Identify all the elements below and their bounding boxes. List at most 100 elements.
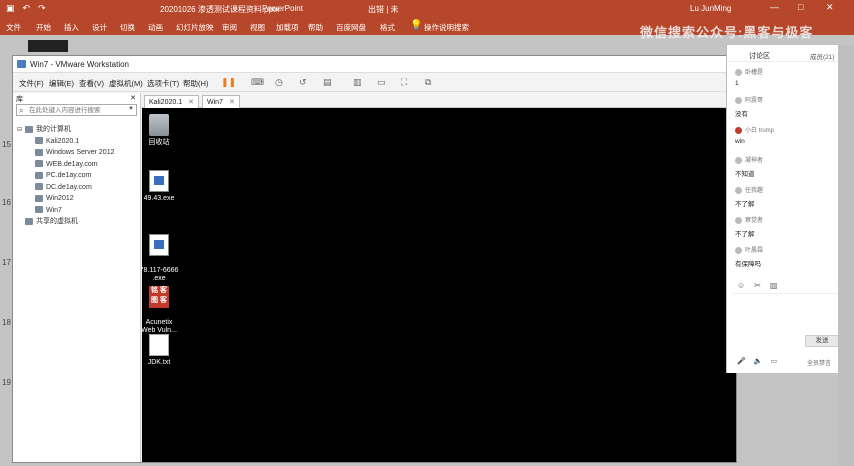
- tab-baidu-netdisk[interactable]: 百度网盘: [336, 22, 366, 33]
- vm-icon: [35, 194, 43, 202]
- ruler-number: 16: [2, 198, 11, 207]
- tree-item-shared-vms[interactable]: 共享的虚拟机: [13, 216, 140, 228]
- menu-file[interactable]: 文件(F): [19, 78, 44, 89]
- vm-console[interactable]: 回收站 49.43.exe 78.117-6666 .exe 铭 客 图 客 A…: [140, 108, 736, 462]
- tree-item-vm[interactable]: Win2012: [13, 193, 140, 205]
- redacted-bar: [28, 40, 68, 52]
- tab-help[interactable]: 帮助: [308, 22, 323, 33]
- chat-toolbar: ☺ ✂ ▨ ⚙: [737, 281, 844, 290]
- tab-file[interactable]: 文件: [6, 22, 21, 33]
- tree-item-vm[interactable]: PC.de1ay.com: [13, 170, 140, 182]
- text-file-icon: [149, 334, 169, 356]
- powerpoint-titlebar: ▣ ↶ ↷ 20201026 渗透测试课程资料.pptx PowerPoint …: [0, 0, 854, 18]
- emoji-icon[interactable]: ☺: [737, 281, 745, 290]
- revert-snapshot-icon[interactable]: ↺: [299, 77, 307, 88]
- tab-insert[interactable]: 插入: [64, 22, 79, 33]
- vm-icon: [35, 206, 43, 214]
- avatar: [735, 246, 742, 254]
- desktop-icon-label: Acunetix Web Vuln...: [141, 319, 177, 334]
- microphone-icon[interactable]: 🎤: [737, 357, 746, 365]
- vmware-menubar: 文件(F) 编辑(E) 查看(V) 虚拟机(M) 选项卡(T) 帮助(H) ❚❚…: [13, 73, 736, 92]
- tab-review[interactable]: 审阅: [222, 22, 237, 33]
- view-thumbnail-icon[interactable]: ▭: [377, 77, 386, 88]
- tab-transitions[interactable]: 切换: [120, 22, 135, 33]
- image-icon[interactable]: ▨: [770, 281, 778, 290]
- desktop-icon-txt[interactable]: JDK.txt: [134, 334, 184, 367]
- vmware-app-icon: [17, 60, 26, 68]
- user-name[interactable]: Lu JunMing: [690, 4, 731, 13]
- tree-item-label: WEB.de1ay.com: [46, 160, 98, 168]
- tree-item-vm[interactable]: WEB.de1ay.com: [13, 159, 140, 171]
- library-panel: 库 ✕ ⌕ ▼ ⊟我的计算机 Kali2020.1 Windows Server…: [13, 93, 141, 462]
- maximize-button[interactable]: □: [798, 2, 803, 12]
- menu-tabs[interactable]: 选项卡(T): [147, 78, 179, 89]
- tree-item-label: Kali2020.1: [46, 137, 80, 145]
- recycle-bin-icon: [149, 114, 169, 136]
- tab-win7[interactable]: Win7 ✕: [202, 95, 240, 108]
- tree-item-vm[interactable]: Windows Server 2012: [13, 147, 140, 159]
- ruler-number: 15: [2, 140, 11, 149]
- vmware-titlebar: Win7 - VMware Workstation: [13, 56, 736, 73]
- desktop-icon-label: JDK.txt: [147, 359, 171, 366]
- tree-item-vm[interactable]: Kali2020.1: [13, 136, 140, 148]
- status-label: 出错 | 未: [368, 5, 399, 14]
- library-search-input[interactable]: [29, 106, 127, 115]
- snapshot-manager-icon[interactable]: ▤: [323, 77, 332, 88]
- redo-icon[interactable]: ↷: [38, 3, 46, 14]
- tree-item-my-computer[interactable]: ⊟ 我的计算机: [13, 124, 140, 136]
- send-button[interactable]: 发送: [805, 335, 839, 347]
- pause-icon[interactable]: ❚❚: [221, 77, 236, 87]
- menu-edit[interactable]: 编辑(E): [49, 78, 74, 89]
- tab-design[interactable]: 设计: [92, 22, 107, 33]
- close-icon[interactable]: ✕: [229, 99, 235, 106]
- message-author: 凝神者: [745, 158, 764, 164]
- menu-view[interactable]: 查看(V): [79, 78, 104, 89]
- watermark: 微信搜索公众号:黑客与极客: [640, 25, 814, 40]
- tab-view[interactable]: 视图: [250, 22, 265, 33]
- view-library-icon[interactable]: ▥: [353, 77, 362, 88]
- tab-format[interactable]: 格式: [380, 22, 395, 33]
- screen: ▣ ↶ ↷ 20201026 渗透测试课程资料.pptx PowerPoint …: [0, 0, 854, 466]
- tree-item-label: Windows Server 2012: [46, 149, 115, 156]
- library-header: 库 ✕: [13, 93, 140, 104]
- tab-discussion[interactable]: 讨论区: [749, 51, 770, 61]
- tell-me-search[interactable]: 操作说明搜索: [424, 22, 469, 33]
- tab-addins[interactable]: 加载项: [276, 22, 299, 33]
- tab-slideshow[interactable]: 幻灯片放映: [176, 22, 214, 33]
- vm-icon: [35, 160, 43, 168]
- menu-vm[interactable]: 虚拟机(M): [109, 78, 143, 89]
- tree-item-vm[interactable]: DC.de1ay.com: [13, 182, 140, 194]
- vm-tree: ⊟ 我的计算机 Kali2020.1 Windows Server 2012 WE…: [13, 124, 140, 228]
- mute-all-label[interactable]: 全员禁言: [807, 358, 831, 367]
- screen-share-icon[interactable]: ▭: [770, 357, 777, 365]
- minimize-button[interactable]: —: [770, 2, 779, 12]
- close-button[interactable]: ✕: [826, 2, 834, 13]
- tree-item-vm[interactable]: Win7: [13, 205, 140, 217]
- close-icon[interactable]: ✕: [130, 94, 136, 102]
- menu-help[interactable]: 帮助(H): [183, 78, 208, 89]
- undo-icon[interactable]: ↶: [23, 3, 31, 14]
- tab-members[interactable]: 成员(21): [810, 51, 835, 61]
- chat-message: 任我趣 不了解: [735, 185, 850, 208]
- message-author: 察觉者: [745, 218, 764, 224]
- tab-kali[interactable]: Kali2020.1 ✕: [144, 95, 199, 108]
- desktop-icon-recycle-bin[interactable]: 回收站: [134, 114, 184, 147]
- fullscreen-icon[interactable]: ⛶: [401, 77, 407, 88]
- send-ctrl-alt-del-icon[interactable]: ⌨: [251, 77, 264, 88]
- tab-home[interactable]: 开始: [36, 22, 51, 33]
- chevron-down-icon[interactable]: ▼: [128, 106, 134, 112]
- vm-tabs: Kali2020.1 ✕ Win7 ✕: [142, 93, 736, 108]
- scissors-icon[interactable]: ✂: [754, 281, 761, 290]
- unity-icon[interactable]: ⧉: [425, 77, 431, 88]
- chat-footer: 🎤 🔈 ▭ 全员禁言: [737, 357, 831, 367]
- desktop-icon-exe[interactable]: 49.43.exe: [134, 170, 184, 203]
- save-icon[interactable]: ▣: [6, 3, 15, 14]
- close-icon[interactable]: ✕: [188, 99, 194, 106]
- tab-animations[interactable]: 动画: [148, 22, 163, 33]
- avatar: [735, 156, 742, 164]
- right-edge-background: [838, 45, 854, 466]
- speaker-icon[interactable]: 🔈: [754, 357, 763, 365]
- snapshot-icon[interactable]: ◷: [275, 77, 283, 88]
- ruler-number: 18: [2, 318, 11, 327]
- exe-icon: [149, 170, 169, 192]
